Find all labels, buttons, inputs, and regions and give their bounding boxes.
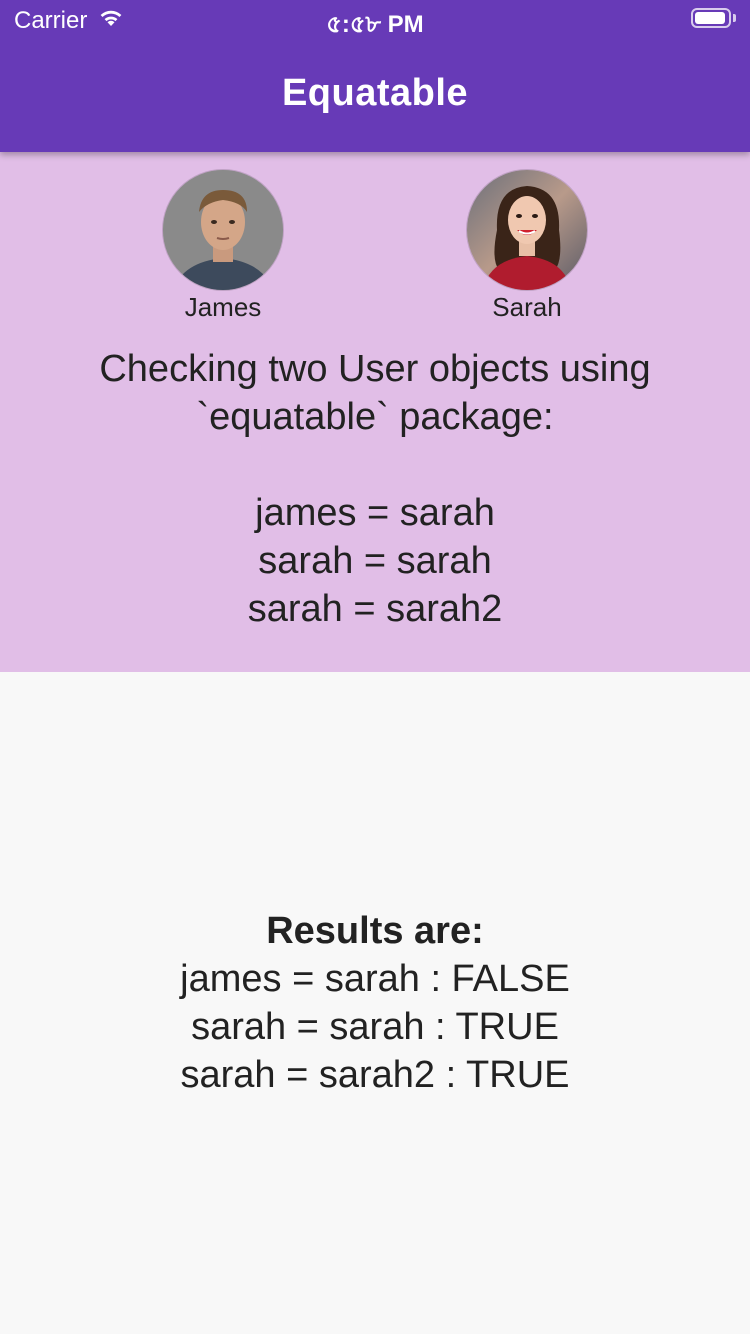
status-time: ৫:৫৮ PM xyxy=(326,11,424,38)
battery-level xyxy=(695,12,725,24)
status-bar: Carrier ৫:৫৮ PM xyxy=(0,0,750,40)
users-panel: James Sarah Checking two User objects us… xyxy=(0,152,750,672)
user-james: James xyxy=(143,170,303,323)
result-line: sarah = sarah : TRUE xyxy=(191,1006,559,1048)
page-title: Equatable xyxy=(281,72,469,114)
description-line-2: `equatable` package: xyxy=(196,396,554,438)
user-sarah: Sarah xyxy=(447,170,607,323)
comparison-item: james = sarah xyxy=(255,492,495,534)
avatar-james xyxy=(163,170,283,290)
comparison-description: Checking two User objects using `equatab… xyxy=(0,345,750,633)
users-row: James Sarah xyxy=(0,170,750,330)
top-bar: Carrier ৫:৫৮ PM Equatable xyxy=(0,0,750,152)
comparison-item: sarah = sarah xyxy=(258,540,492,582)
battery-cap xyxy=(733,14,736,22)
status-right xyxy=(691,8,736,28)
results-heading: Results are: xyxy=(266,910,484,952)
app-screen: Carrier ৫:৫৮ PM Equatable James Sarah Ch… xyxy=(0,0,750,1334)
description-line-1: Checking two User objects using xyxy=(99,348,651,390)
result-line: sarah = sarah2 : TRUE xyxy=(180,1054,570,1096)
user-name-james: James xyxy=(184,292,262,322)
result-line: james = sarah : FALSE xyxy=(180,958,570,1000)
results-section: Results are: james = sarah : FALSE sarah… xyxy=(0,907,750,1099)
battery-icon xyxy=(691,8,731,28)
avatar-sarah xyxy=(467,170,587,290)
comparison-item: sarah = sarah2 xyxy=(247,588,503,630)
user-name-sarah: Sarah xyxy=(492,292,562,322)
